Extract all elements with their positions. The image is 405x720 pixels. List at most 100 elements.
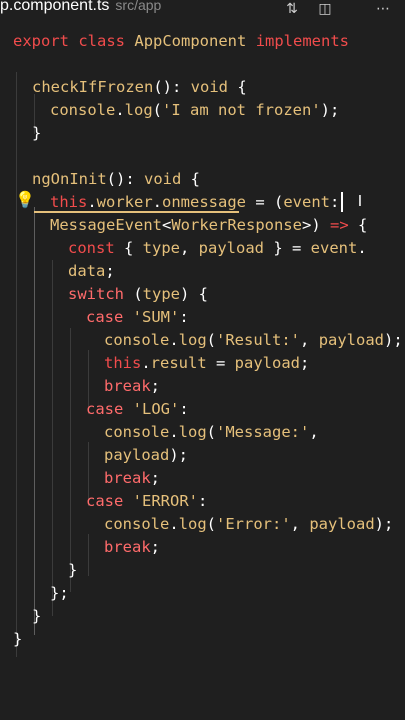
indent-guide xyxy=(52,260,53,616)
identifier: worker xyxy=(96,193,153,211)
keyword-this: this xyxy=(50,193,88,211)
code-line-21: case 'ERROR': xyxy=(86,490,405,512)
editor-tab-bar: p.component.ts src/app ⇅ ◫ ⋯ xyxy=(0,0,405,22)
identifier: payload xyxy=(198,239,264,257)
string-literal: 'LOG' xyxy=(132,400,180,418)
method-call: log xyxy=(178,423,207,441)
code-line-7: ngOnInit(): void { xyxy=(32,168,405,190)
source-control-icon[interactable]: ⇅ xyxy=(283,0,301,18)
code-line-27: } xyxy=(13,628,405,650)
keyword-break: break xyxy=(104,377,151,395)
code-line-15: this.result = payload; xyxy=(104,352,405,374)
punct: : xyxy=(179,308,189,326)
string-literal: 'I am not frozen' xyxy=(162,101,321,119)
code-line-1: export class AppComponent implements xyxy=(13,30,405,52)
identifier: event xyxy=(310,239,358,257)
punct: (): xyxy=(106,170,144,188)
type-name: WorkerResponse xyxy=(171,216,302,234)
split-editor-icon[interactable]: ◫ xyxy=(316,0,334,18)
code-line-20: break; xyxy=(104,467,405,489)
punct: : xyxy=(198,492,208,510)
lightbulb-icon[interactable]: 💡 xyxy=(15,190,35,210)
keyword-case: case xyxy=(86,492,124,510)
type-name: MessageEvent xyxy=(50,216,162,234)
punct: } = xyxy=(264,239,311,257)
method-call: log xyxy=(178,331,207,349)
code-line-16: break; xyxy=(104,375,405,397)
punct: ( xyxy=(206,331,217,349)
code-line-19: payload); xyxy=(104,444,405,466)
identifier: type xyxy=(142,285,180,303)
text-cursor xyxy=(341,192,343,212)
identifier: result xyxy=(150,354,207,372)
identifier: console xyxy=(104,423,170,441)
code-line-17: case 'LOG': xyxy=(86,398,405,420)
punct: . xyxy=(141,354,151,372)
ibeam-cursor-icon: I xyxy=(357,192,363,210)
punct: ; xyxy=(150,538,161,556)
identifier: console xyxy=(50,101,116,119)
code-line-4: console.log('I am not frozen'); xyxy=(50,99,405,121)
identifier: onmessage xyxy=(162,193,247,211)
identifier: payload xyxy=(104,446,170,464)
punct: . xyxy=(169,331,179,349)
identifier: payload xyxy=(234,354,300,372)
code-line-23: break; xyxy=(104,536,405,558)
method-call: log xyxy=(178,515,207,533)
punct: : xyxy=(330,193,340,211)
arrow: => xyxy=(329,216,349,234)
punct: ); xyxy=(374,515,394,533)
punct: . xyxy=(87,193,97,211)
punct: } xyxy=(13,630,23,648)
punct: . xyxy=(152,193,163,211)
code-line-13: case 'SUM': xyxy=(86,306,405,328)
punct xyxy=(123,400,132,418)
punct: ; xyxy=(105,262,115,280)
code-line-26: } xyxy=(32,605,405,627)
identifier: payload xyxy=(309,515,375,533)
editor-tab[interactable]: p.component.ts src/app xyxy=(0,0,161,15)
method-call: log xyxy=(124,101,153,119)
punct: >) xyxy=(301,216,330,234)
punct: ); xyxy=(169,446,188,464)
punct: . xyxy=(169,515,179,533)
code-line-11: data; xyxy=(68,260,405,282)
return-type: void xyxy=(190,78,228,96)
punct: ( xyxy=(206,515,217,533)
code-line-22: console.log('Error:', payload); xyxy=(104,513,405,535)
keyword-break: break xyxy=(104,538,151,556)
punct: { xyxy=(181,170,200,188)
more-actions-icon[interactable]: ⋯ xyxy=(374,0,392,18)
code-line-18: console.log('Message:', xyxy=(104,421,405,443)
identifier: data xyxy=(68,262,106,280)
keyword-this: this xyxy=(104,354,142,372)
punct: (): xyxy=(153,78,191,96)
code-line-14: console.log('Result:', payload); xyxy=(104,329,405,351)
keyword-switch: switch xyxy=(68,285,124,303)
punct: } xyxy=(68,561,78,579)
code-line-25: }; xyxy=(50,582,405,604)
code-line-24: } xyxy=(68,559,405,581)
code-line-8: this.worker.onmessage = (event: xyxy=(50,191,405,213)
punct: , xyxy=(300,331,319,349)
punct: ); xyxy=(384,331,403,349)
punct: { xyxy=(114,239,143,257)
code-line-12: switch (type) { xyxy=(68,283,405,305)
punct: : xyxy=(179,400,189,418)
indent-guide xyxy=(70,328,71,592)
punct: ( xyxy=(206,423,217,441)
punct: = xyxy=(206,354,235,372)
punct: ( xyxy=(152,101,163,119)
punct: ; xyxy=(300,354,310,372)
punct xyxy=(123,492,132,510)
punct: . xyxy=(169,423,179,441)
keyword-const: const xyxy=(68,239,115,257)
punct: ; xyxy=(150,377,161,395)
tab-filename: p.component.ts xyxy=(0,0,110,14)
string-literal: 'SUM' xyxy=(132,308,180,326)
punct: }; xyxy=(50,584,69,602)
punct: } xyxy=(32,124,42,142)
string-literal: 'ERROR' xyxy=(132,492,198,510)
punct: = ( xyxy=(246,193,284,211)
keyword-export: export xyxy=(13,32,69,50)
